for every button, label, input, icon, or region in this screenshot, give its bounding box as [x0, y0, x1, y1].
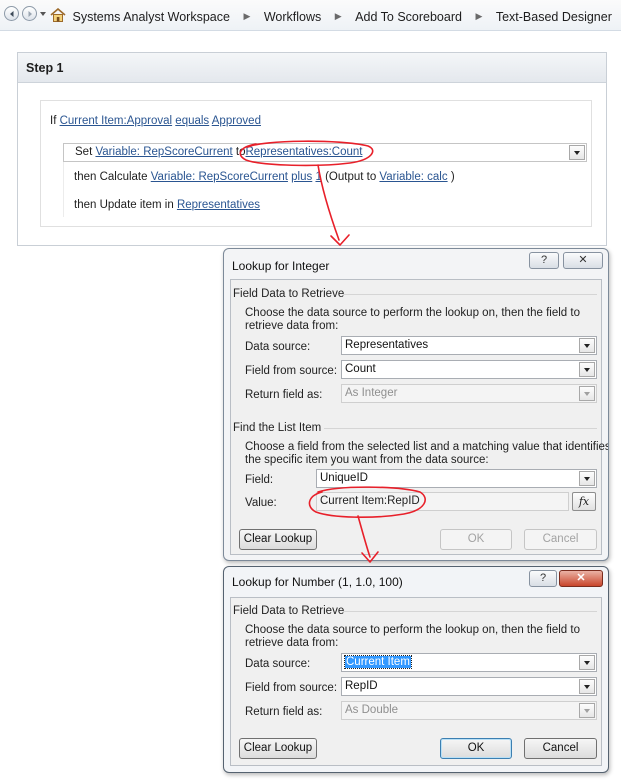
dropdown-arrow-icon [579, 386, 595, 401]
return-field-as-select: As Double [341, 701, 597, 720]
return-field-as-label: Return field as: [245, 706, 323, 718]
data-source-value: Representatives [345, 339, 429, 351]
help-icon[interactable]: ? [529, 570, 557, 587]
field-data-description: Choose the data source to perform the lo… [245, 624, 580, 636]
field-from-source-value: Count [345, 363, 376, 375]
output-variable-link[interactable]: Variable: calc [379, 171, 447, 183]
function-icon[interactable]: fx [572, 492, 596, 511]
output-label: (Output to [325, 171, 377, 183]
data-source-select[interactable]: Current Item [341, 653, 597, 672]
action-menu-dropdown-icon[interactable] [569, 145, 585, 160]
clear-lookup-button[interactable]: Clear Lookup [239, 738, 317, 759]
calculate-action: then Calculate Variable: RepScoreCurrent… [74, 171, 455, 183]
if-label: If [50, 115, 57, 127]
dropdown-arrow-icon[interactable] [579, 679, 595, 694]
condition-block: If Current Item:Approval equals Approved… [40, 100, 592, 227]
set-variable-link[interactable]: Variable: RepScoreCurrent [95, 146, 232, 158]
back-icon[interactable] [4, 6, 19, 21]
field-select[interactable]: UniqueID [316, 469, 597, 488]
field-from-source-select[interactable]: Count [341, 360, 597, 379]
step-title: Step 1 [26, 61, 64, 75]
set-variable-action[interactable]: Set Variable: RepScoreCurrent toRepresen… [63, 143, 587, 162]
return-field-as-value: As Integer [345, 387, 398, 399]
value-input[interactable]: Current Item:RepID [316, 492, 569, 511]
data-source-select[interactable]: Representatives [341, 336, 597, 355]
calculate-operator-link[interactable]: plus [291, 171, 312, 183]
home-icon [50, 7, 66, 25]
lookup-number-dialog: Lookup for Number (1, 1.0, 100) ? ✕ Fiel… [223, 566, 609, 773]
field-data-description: Choose the data source to perform the lo… [245, 307, 580, 319]
close-icon[interactable]: ✕ [559, 570, 603, 587]
breadcrumb-separator-icon: ▶ [243, 11, 251, 21]
lookup-integer-dialog: Lookup for Integer ? ✕ Field Data to Ret… [223, 248, 609, 561]
set-label: Set [75, 146, 93, 158]
group-divider [343, 611, 597, 612]
dialog-body: Field Data to Retrieve Choose the data s… [230, 597, 602, 766]
field-data-group-label: Field Data to Retrieve [233, 605, 345, 617]
find-list-item-group-label: Find the List Item [233, 422, 322, 434]
output-close-paren: ) [450, 171, 455, 183]
breadcrumb: Systems Analyst Workspace ▶ Workflows ▶ … [50, 7, 621, 25]
breadcrumb-item-workflows[interactable]: Workflows [264, 10, 321, 24]
cancel-button[interactable]: Cancel [524, 738, 597, 759]
field-data-group-label: Field Data to Retrieve [233, 288, 345, 300]
breadcrumb-bar: Systems Analyst Workspace ▶ Workflows ▶ … [0, 0, 621, 31]
dropdown-arrow-icon [579, 703, 595, 718]
condition-operator-link[interactable]: equals [175, 115, 209, 127]
ok-button[interactable]: OK [440, 529, 512, 550]
value-label: Value: [245, 497, 277, 509]
history-dropdown-icon[interactable] [39, 11, 47, 17]
field-from-source-label: Field from source: [245, 682, 338, 694]
breadcrumb-separator-icon: ▶ [334, 11, 342, 21]
breadcrumb-item-workflow[interactable]: Add To Scoreboard [355, 10, 462, 24]
clear-lookup-button[interactable]: Clear Lookup [239, 529, 317, 550]
field-from-source-label: Field from source: [245, 365, 338, 377]
field-value: UniqueID [320, 472, 368, 484]
condition-field-link[interactable]: Current Item:Approval [60, 115, 173, 127]
dropdown-arrow-icon[interactable] [579, 362, 595, 377]
calculate-operand-link[interactable]: 1 [315, 171, 321, 183]
forward-icon[interactable] [22, 6, 37, 21]
breadcrumb-item-workspace[interactable]: Systems Analyst Workspace [72, 10, 229, 24]
update-label: then Update item in [74, 199, 174, 211]
cancel-button[interactable]: Cancel [524, 529, 597, 550]
calculate-variable-link[interactable]: Variable: RepScoreCurrent [151, 171, 288, 183]
data-source-value: Current Item [344, 655, 412, 669]
return-field-as-value: As Double [345, 704, 399, 716]
dropdown-arrow-icon[interactable] [579, 471, 595, 486]
update-list-link[interactable]: Representatives [177, 199, 260, 211]
value-text: Current Item:RepID [320, 495, 420, 507]
update-action: then Update item in Representatives [74, 199, 260, 211]
field-data-description-2: retrieve data from: [245, 320, 339, 332]
dialog-body: Field Data to Retrieve Choose the data s… [230, 279, 608, 555]
return-field-as-select: As Integer [341, 384, 597, 403]
condition-line: If Current Item:Approval equals Approved [50, 115, 261, 127]
find-item-description: Choose a field from the selected list an… [245, 441, 609, 453]
calculate-label: then Calculate [74, 171, 148, 183]
find-item-description-2: the specific item you want from the data… [245, 454, 489, 466]
group-divider [343, 294, 597, 295]
dialog-title: Lookup for Number (1, 1.0, 100) [232, 575, 403, 589]
step-header: Step 1 [18, 53, 606, 83]
dropdown-arrow-icon[interactable] [579, 655, 595, 670]
breadcrumb-separator-icon: ▶ [475, 11, 483, 21]
group-divider [324, 428, 597, 429]
field-from-source-value: RepID [345, 680, 378, 692]
close-icon[interactable]: ✕ [563, 252, 603, 269]
field-from-source-select[interactable]: RepID [341, 677, 597, 696]
condition-value-link[interactable]: Approved [212, 115, 261, 127]
breadcrumb-item-designer[interactable]: Text-Based Designer [496, 10, 612, 24]
help-icon[interactable]: ? [529, 252, 559, 269]
set-value-link[interactable]: Representatives:Count [245, 146, 362, 158]
ok-button[interactable]: OK [440, 738, 512, 759]
return-field-as-label: Return field as: [245, 389, 323, 401]
dropdown-arrow-icon[interactable] [579, 338, 595, 353]
data-source-label: Data source: [245, 341, 311, 353]
field-data-description-2: retrieve data from: [245, 637, 339, 649]
field-label: Field: [245, 474, 274, 486]
data-source-label: Data source: [245, 658, 311, 670]
step-panel: Step 1 If Current Item:Approval equals A… [17, 52, 607, 246]
dialog-title: Lookup for Integer [232, 259, 330, 273]
